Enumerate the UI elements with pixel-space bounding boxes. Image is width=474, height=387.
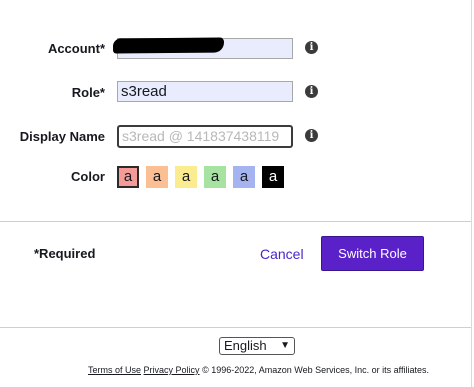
language-value: English — [224, 338, 267, 353]
footer: Terms of Use Privacy Policy © 1996-2022,… — [88, 365, 429, 375]
color-swatch-5[interactable]: a — [233, 166, 255, 188]
color-swatch-1[interactable]: a — [117, 166, 139, 188]
display-name-field[interactable] — [117, 125, 293, 148]
display-name-input[interactable] — [122, 128, 288, 144]
color-swatch-6[interactable]: a — [262, 166, 284, 188]
language-select[interactable]: English ▼ — [219, 337, 295, 355]
color-swatch-4[interactable]: a — [204, 166, 226, 188]
color-swatch-2[interactable]: a — [146, 166, 168, 188]
terms-link[interactable]: Terms of Use — [88, 365, 141, 375]
page-border — [471, 0, 472, 387]
cancel-button[interactable]: Cancel — [260, 246, 304, 262]
switch-role-button[interactable]: Switch Role — [321, 236, 424, 271]
chevron-down-icon: ▼ — [280, 340, 290, 351]
privacy-link[interactable]: Privacy Policy — [144, 365, 200, 375]
color-label: Color — [71, 169, 105, 184]
account-info-icon[interactable]: i — [305, 41, 318, 54]
display-name-info-icon[interactable]: i — [305, 129, 318, 142]
role-field[interactable]: s3read — [117, 81, 293, 102]
divider-top — [0, 221, 471, 222]
required-note: *Required — [34, 246, 96, 261]
color-swatch-3[interactable]: a — [175, 166, 197, 188]
divider-bottom — [0, 327, 471, 328]
role-info-icon[interactable]: i — [305, 85, 318, 98]
copyright-text: © 1996-2022, Amazon Web Services, Inc. o… — [202, 365, 429, 375]
role-label: Role* — [71, 85, 105, 100]
display-name-label: Display Name — [19, 129, 105, 144]
account-label: Account* — [47, 41, 105, 56]
redacted-account-value — [112, 37, 225, 54]
role-value: s3read — [121, 83, 167, 100]
